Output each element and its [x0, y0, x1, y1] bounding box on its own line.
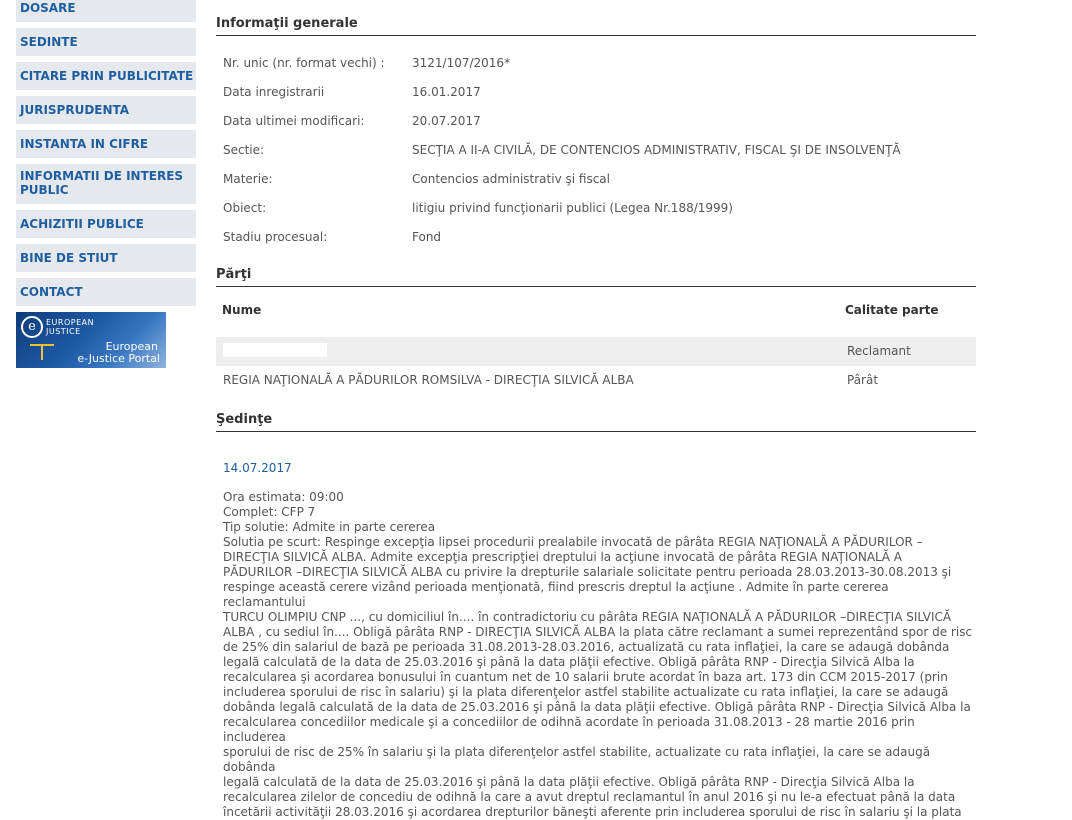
sedinta-line: legală calculată de la data de 25.03.201…	[223, 655, 915, 669]
nav-item-achizitii-publice[interactable]: ACHIZITII PUBLICE	[16, 210, 196, 238]
party-name: REGIA NAŢIONALĂ A PĂDURILOR ROMSILVA - D…	[223, 373, 634, 387]
scales-of-justice-icon	[30, 344, 54, 360]
parti-table: Nume Calitate parte Reclamant REGIA NAŢI…	[216, 287, 976, 395]
info-row: Data ultimei modificari: 20.07.2017	[216, 113, 976, 142]
info-label: Sectie:	[223, 143, 265, 157]
sedinta-line: PĂDURILOR –DIRECŢIA SILVICĂ ALBA cu priv…	[223, 565, 952, 579]
column-header-nume: Nume	[222, 303, 262, 317]
sedinta-line: de 25% din salariul de bază pe perioada …	[223, 640, 950, 654]
info-value: 16.01.2017	[412, 85, 481, 99]
e-justice-small-text-1: EUROPEAN	[46, 318, 95, 327]
table-row: REGIA NAŢIONALĂ A PĂDURILOR ROMSILVA - D…	[216, 366, 976, 395]
nav-item-bine-de-stiut[interactable]: BINE DE STIUT	[16, 244, 196, 272]
info-row: Data inregistrarii 16.01.2017	[216, 84, 976, 113]
party-role: Pârât	[847, 373, 879, 387]
info-label: Data ultimei modificari:	[223, 114, 365, 128]
e-justice-logo-icon: e	[21, 316, 43, 338]
nav-item-dosare[interactable]: DOSARE	[16, 0, 196, 22]
main-content: Informaţii generale Nr. unic (nr. format…	[216, 0, 976, 820]
sedinta-line: ALBA , cu sediul în.... Obligă pârâta RN…	[223, 625, 973, 639]
info-label: Nr. unic (nr. format vechi) :	[223, 56, 385, 70]
section-title-sedinte: Şedinţe	[216, 412, 976, 432]
e-justice-small-text-2: JUSTICE	[46, 327, 81, 336]
info-table: Nr. unic (nr. format vechi) : 3121/107/2…	[216, 55, 976, 258]
party-role: Reclamant	[847, 344, 911, 358]
nav-item-contact[interactable]: CONTACT	[16, 278, 196, 306]
info-row: Sectie: SECŢIA A II-A CIVILĂ, DE CONTENC…	[216, 142, 976, 171]
info-row: Nr. unic (nr. format vechi) : 3121/107/2…	[216, 55, 976, 84]
info-value: Fond	[412, 230, 442, 244]
info-label: Stadiu procesual:	[223, 230, 328, 244]
e-justice-portal-banner[interactable]: e EUROPEAN JUSTICE European e-Justice Po…	[16, 312, 166, 368]
sedinta-line: Ora estimata: 09:00	[223, 490, 344, 504]
e-justice-title-2: e-Justice Portal	[77, 352, 160, 365]
info-row: Materie: Contencios administrativ şi fis…	[216, 171, 976, 200]
info-value: Contencios administrativ şi fiscal	[412, 172, 610, 186]
sedinta-line: DIRECŢIA SILVICĂ ALBA. Admite excepţia p…	[223, 550, 902, 564]
sedinta-line: sporului de risc de 25% în salariu şi la…	[223, 745, 931, 774]
sedinta-line: recalcularea zilelor de concediu de odih…	[223, 790, 956, 804]
sedinta-line: Complet: CFP 7	[223, 505, 316, 519]
parti-table-header: Nume Calitate parte	[216, 287, 976, 321]
section-title-parti: Părţi	[216, 267, 976, 287]
nav-item-jurisprudenta[interactable]: JURISPRUDENTA	[16, 96, 196, 124]
nav-item-sedinte[interactable]: SEDINTE	[16, 28, 196, 56]
sedinta-line: respinge această cerere vizând perioada …	[223, 580, 889, 609]
sedinta-line: Solutia pe scurt: Respinge excepţia lips…	[223, 535, 923, 549]
info-value: 3121/107/2016*	[412, 56, 511, 70]
info-row: Obiect: litigiu privind funcţionarii pub…	[216, 200, 976, 229]
sedinta-line: Tip solutie: Admite in parte cererea	[223, 520, 436, 534]
sidebar-nav: DOSARE SEDINTE CITARE PRIN PUBLICITATE J…	[16, 0, 196, 368]
sedinta-line: recalcularea concediilor medicale şi a c…	[223, 715, 915, 744]
info-value: SECŢIA A II-A CIVILĂ, DE CONTENCIOS ADMI…	[412, 143, 901, 157]
info-row: Stadiu procesual: Fond	[216, 229, 976, 258]
info-label: Materie:	[223, 172, 273, 186]
table-row: Reclamant	[216, 337, 976, 366]
info-label: Data inregistrarii	[223, 85, 325, 99]
nav-item-instanta-in-cifre[interactable]: INSTANTA IN CIFRE	[16, 130, 196, 158]
sedinta-date-link[interactable]: 14.07.2017	[223, 461, 292, 475]
section-title-informatii-generale: Informaţii generale	[216, 16, 976, 36]
redacted-name	[223, 343, 327, 357]
info-value: 20.07.2017	[412, 114, 481, 128]
sedinta-line: încetării activităţii 28.03.2016 şi acor…	[223, 805, 962, 819]
column-header-calitate-parte: Calitate parte	[845, 303, 939, 317]
sedinta-line: legală calculată de la data de 25.03.201…	[223, 775, 915, 789]
info-label: Obiect:	[223, 201, 267, 215]
nav-item-citare-prin-publicitate[interactable]: CITARE PRIN PUBLICITATE	[16, 62, 196, 90]
sedinta-line: TURCU OLIMPIU CNP ..., cu domiciliul în.…	[223, 610, 952, 624]
nav-item-informatii-de-interes-public[interactable]: INFORMATII DE INTERES PUBLIC	[16, 164, 196, 204]
sedinta-line: dobânda legală calculată de la data de 2…	[223, 700, 971, 714]
info-value: litigiu privind funcţionarii publici (Le…	[412, 201, 733, 215]
sedinta-line: recalcularea şi acordarea bonusului în c…	[223, 670, 948, 684]
sedinta-details: Ora estimata: 09:00 Complet: CFP 7 Tip s…	[223, 490, 973, 820]
sedinta-line: includerea sporului de risc în salariu) …	[223, 685, 949, 699]
